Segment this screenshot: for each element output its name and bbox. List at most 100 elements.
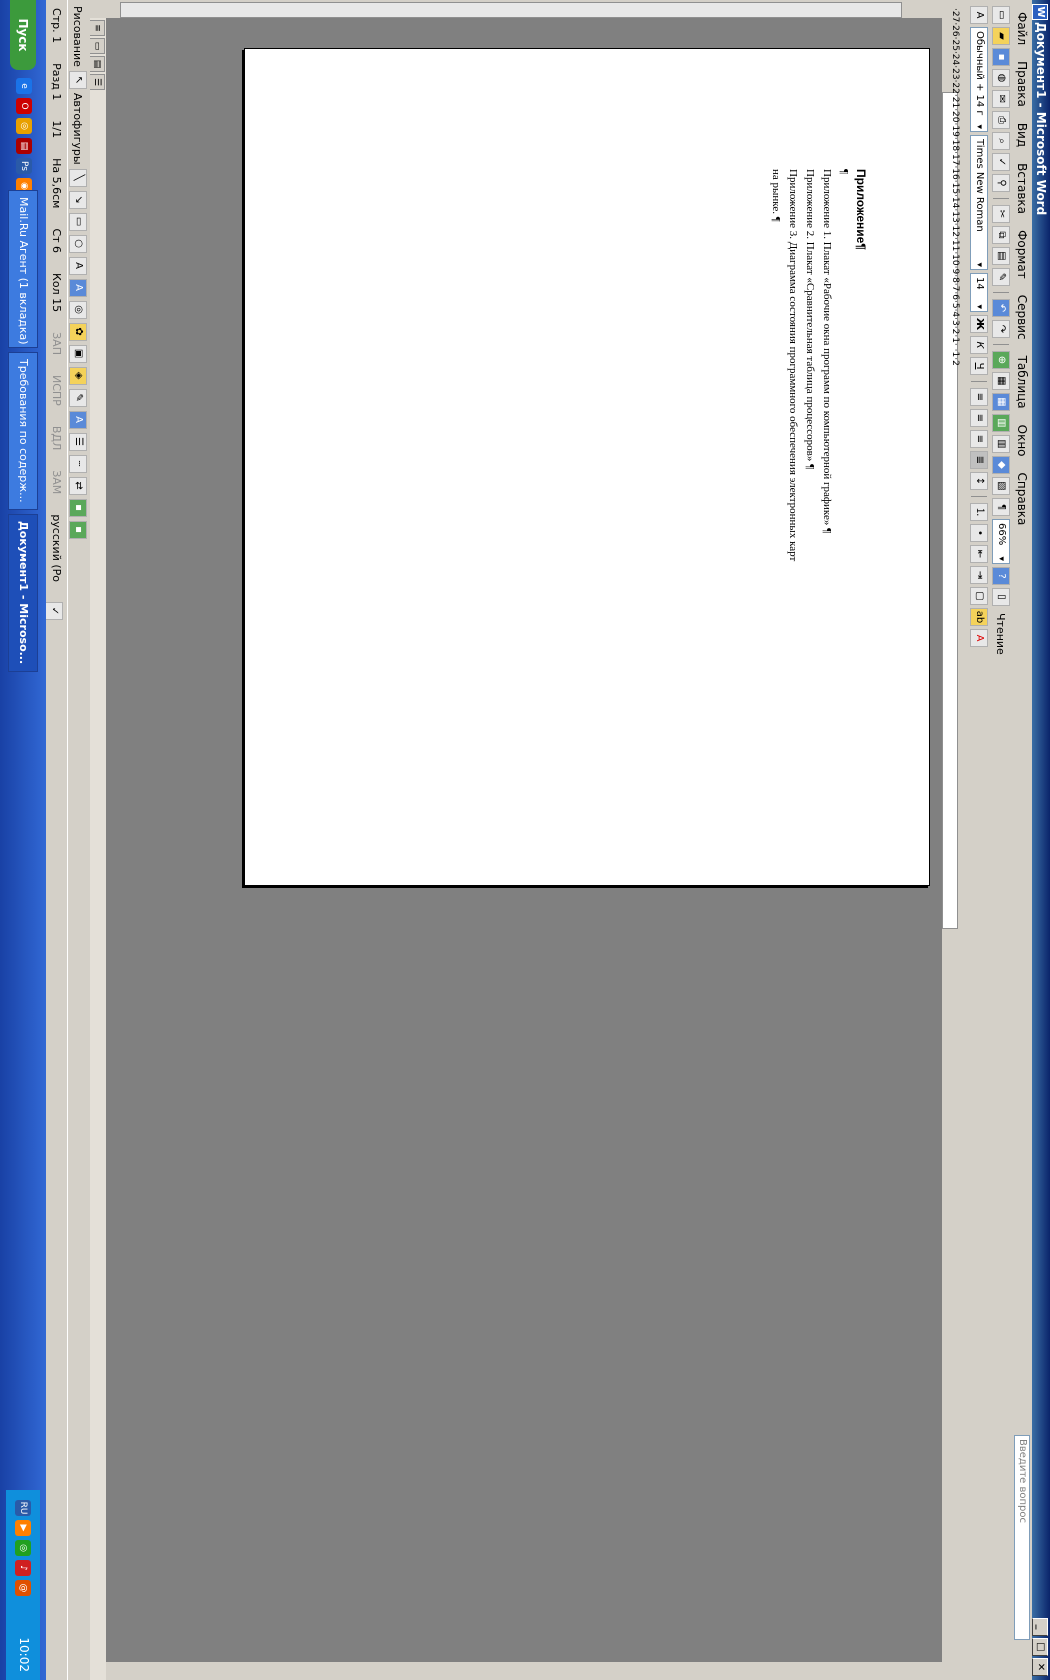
styles-pane-icon[interactable]: A [970, 6, 988, 24]
tray-volume-icon[interactable]: ♪ [15, 1560, 31, 1576]
new-document-icon[interactable]: ▭ [992, 6, 1010, 24]
status-record[interactable]: ЗАП [45, 332, 63, 355]
permission-icon[interactable]: ◍ [992, 69, 1010, 87]
rectangle-icon[interactable]: ▭ [69, 212, 87, 231]
clip-art-icon[interactable]: ✿ [69, 322, 87, 341]
task-requirements-doc[interactable]: Требования по содерж... [8, 352, 38, 510]
menu-table[interactable]: Таблица [1015, 354, 1029, 411]
web-view-icon[interactable]: ▭ [89, 38, 105, 54]
menu-view[interactable]: Вид [1015, 121, 1029, 149]
email-icon[interactable]: ✉ [992, 90, 1010, 108]
tray-mail-icon[interactable]: @ [15, 1580, 31, 1596]
line-color-icon[interactable]: ✎ [69, 388, 87, 407]
dash-style-icon[interactable]: ┄ [69, 454, 87, 473]
menu-edit[interactable]: Правка [1015, 59, 1029, 109]
tray-app-icon[interactable]: ▶ [15, 1520, 31, 1536]
ie-icon[interactable]: e [16, 78, 32, 94]
save-icon[interactable]: ▪ [992, 48, 1010, 66]
menu-tools[interactable]: Сервис [1015, 293, 1029, 342]
arrow-icon[interactable]: ↘ [69, 190, 87, 209]
columns-icon[interactable]: ▥ [992, 435, 1010, 453]
style-select[interactable]: Обычный + 14 г [970, 27, 988, 132]
show-hide-icon[interactable]: ¶ [992, 498, 1010, 516]
drawing-icon[interactable]: ◆ [992, 456, 1010, 474]
spelling-icon[interactable]: ✓ [992, 153, 1010, 171]
shadow-icon[interactable]: ▪ [69, 498, 87, 517]
outside-border-icon[interactable]: ▢ [970, 587, 988, 605]
highlight-icon[interactable]: ab [970, 608, 988, 626]
copy-icon[interactable]: ⧉ [992, 226, 1010, 244]
bold-button[interactable]: Ж [970, 315, 988, 333]
task-word-document[interactable]: Документ1 - Microso... [8, 514, 38, 672]
font-color-icon[interactable]: A [970, 629, 988, 647]
picture-icon[interactable]: ▣ [69, 344, 87, 363]
3d-style-icon[interactable]: ▪ [69, 520, 87, 539]
bullets-icon[interactable]: • [970, 524, 988, 542]
fill-color-icon[interactable]: ◈ [69, 366, 87, 385]
align-center-icon[interactable]: ≡ [970, 409, 988, 427]
help-question-input[interactable]: Введите вопрос [1014, 1435, 1030, 1640]
line-icon[interactable]: ╲ [69, 168, 87, 187]
menu-format[interactable]: Формат [1015, 228, 1029, 281]
task-mailru-agent[interactable]: Mail.Ru Агент (1 вкладка) [8, 190, 38, 348]
zoom-select[interactable]: 66% [992, 519, 1010, 564]
diagram-icon[interactable]: ◎ [69, 300, 87, 319]
status-extend[interactable]: ВДЛ [45, 426, 63, 450]
wordart-icon[interactable]: A [69, 278, 87, 297]
insert-table-icon[interactable]: ▦ [992, 393, 1010, 411]
autoshapes-menu[interactable]: Автофигуры [72, 93, 85, 165]
start-button[interactable]: Пуск [10, 0, 36, 70]
vertical-scrollbar[interactable] [106, 1662, 942, 1680]
horizontal-scrollbar[interactable]: ≡ ▭ ▤ ☰ [89, 18, 106, 1680]
document-map-icon[interactable]: ▧ [992, 477, 1010, 495]
photoshop-icon[interactable]: Ps [16, 158, 32, 174]
document-workspace[interactable]: Приложение¶ ¶ Приложение 1. Плакат «Рабо… [106, 18, 942, 1662]
menu-file[interactable]: Файл [1015, 10, 1029, 47]
opera-icon[interactable]: O [16, 98, 32, 114]
word-icon[interactable]: W [1032, 4, 1048, 20]
menu-help[interactable]: Справка [1015, 471, 1029, 528]
oval-icon[interactable]: ○ [69, 234, 87, 253]
horizontal-ruler[interactable]: ·27·26·25·24·23·22·21·20·19·18·17·16·15·… [942, 0, 960, 1680]
paste-icon[interactable]: ▤ [992, 247, 1010, 265]
decrease-indent-icon[interactable]: ⇤ [970, 545, 988, 563]
spelling-status-icon[interactable]: ✓ [45, 602, 63, 620]
print-layout-icon[interactable]: ▤ [89, 56, 105, 72]
underline-button[interactable]: Ч [970, 357, 988, 375]
redo-icon[interactable]: ↷ [992, 320, 1010, 338]
cut-icon[interactable]: ✂ [992, 205, 1010, 223]
status-language[interactable]: русский (Ро [45, 514, 63, 582]
print-preview-icon[interactable]: ⌕ [992, 132, 1010, 150]
status-track-changes[interactable]: ИСПР [45, 375, 63, 406]
title-bar[interactable]: W Документ1 - Microsoft Word _ □ ✕ [1032, 0, 1050, 1680]
tray-network-icon[interactable]: ◎ [15, 1540, 31, 1556]
select-objects-icon[interactable]: ↖ [69, 70, 87, 89]
undo-icon[interactable]: ↶ [992, 299, 1010, 317]
outline-view-icon[interactable]: ☰ [89, 74, 105, 90]
align-left-icon[interactable]: ≡ [970, 388, 988, 406]
draw-font-color-icon[interactable]: A [69, 410, 87, 429]
arrow-style-icon[interactable]: ⇄ [69, 476, 87, 495]
research-icon[interactable]: ⚲ [992, 174, 1010, 192]
help-icon[interactable]: ? [992, 567, 1010, 585]
open-folder-icon[interactable]: ▰ [992, 27, 1010, 45]
normal-view-icon[interactable]: ≡ [89, 20, 105, 36]
font-size-select[interactable]: 14 [970, 273, 988, 312]
restore-button[interactable]: □ [1032, 1638, 1048, 1656]
tables-borders-icon[interactable]: ▦ [992, 372, 1010, 390]
document-body[interactable]: Приложение¶ ¶ Приложение 1. Плакат «Рабо… [767, 169, 869, 569]
menu-window[interactable]: Окно [1015, 423, 1029, 459]
minimize-button[interactable]: _ [1032, 1618, 1048, 1636]
app-icon-yellow[interactable]: ◎ [16, 118, 32, 134]
numbering-icon[interactable]: ⒈ [970, 503, 988, 521]
format-painter-icon[interactable]: ✎ [992, 268, 1010, 286]
vertical-ruler[interactable] [102, 0, 942, 18]
line-spacing-icon[interactable]: ↕ [970, 472, 988, 490]
hyperlink-icon[interactable]: ⊕ [992, 351, 1010, 369]
app-icon-red[interactable]: ▤ [16, 138, 32, 154]
italic-button[interactable]: К [970, 336, 988, 354]
document-page[interactable]: Приложение¶ ¶ Приложение 1. Плакат «Рабо… [244, 48, 930, 886]
align-right-icon[interactable]: ≡ [970, 430, 988, 448]
font-select[interactable]: Times New Roman [970, 135, 988, 270]
drawing-menu[interactable]: Рисование [72, 6, 85, 67]
